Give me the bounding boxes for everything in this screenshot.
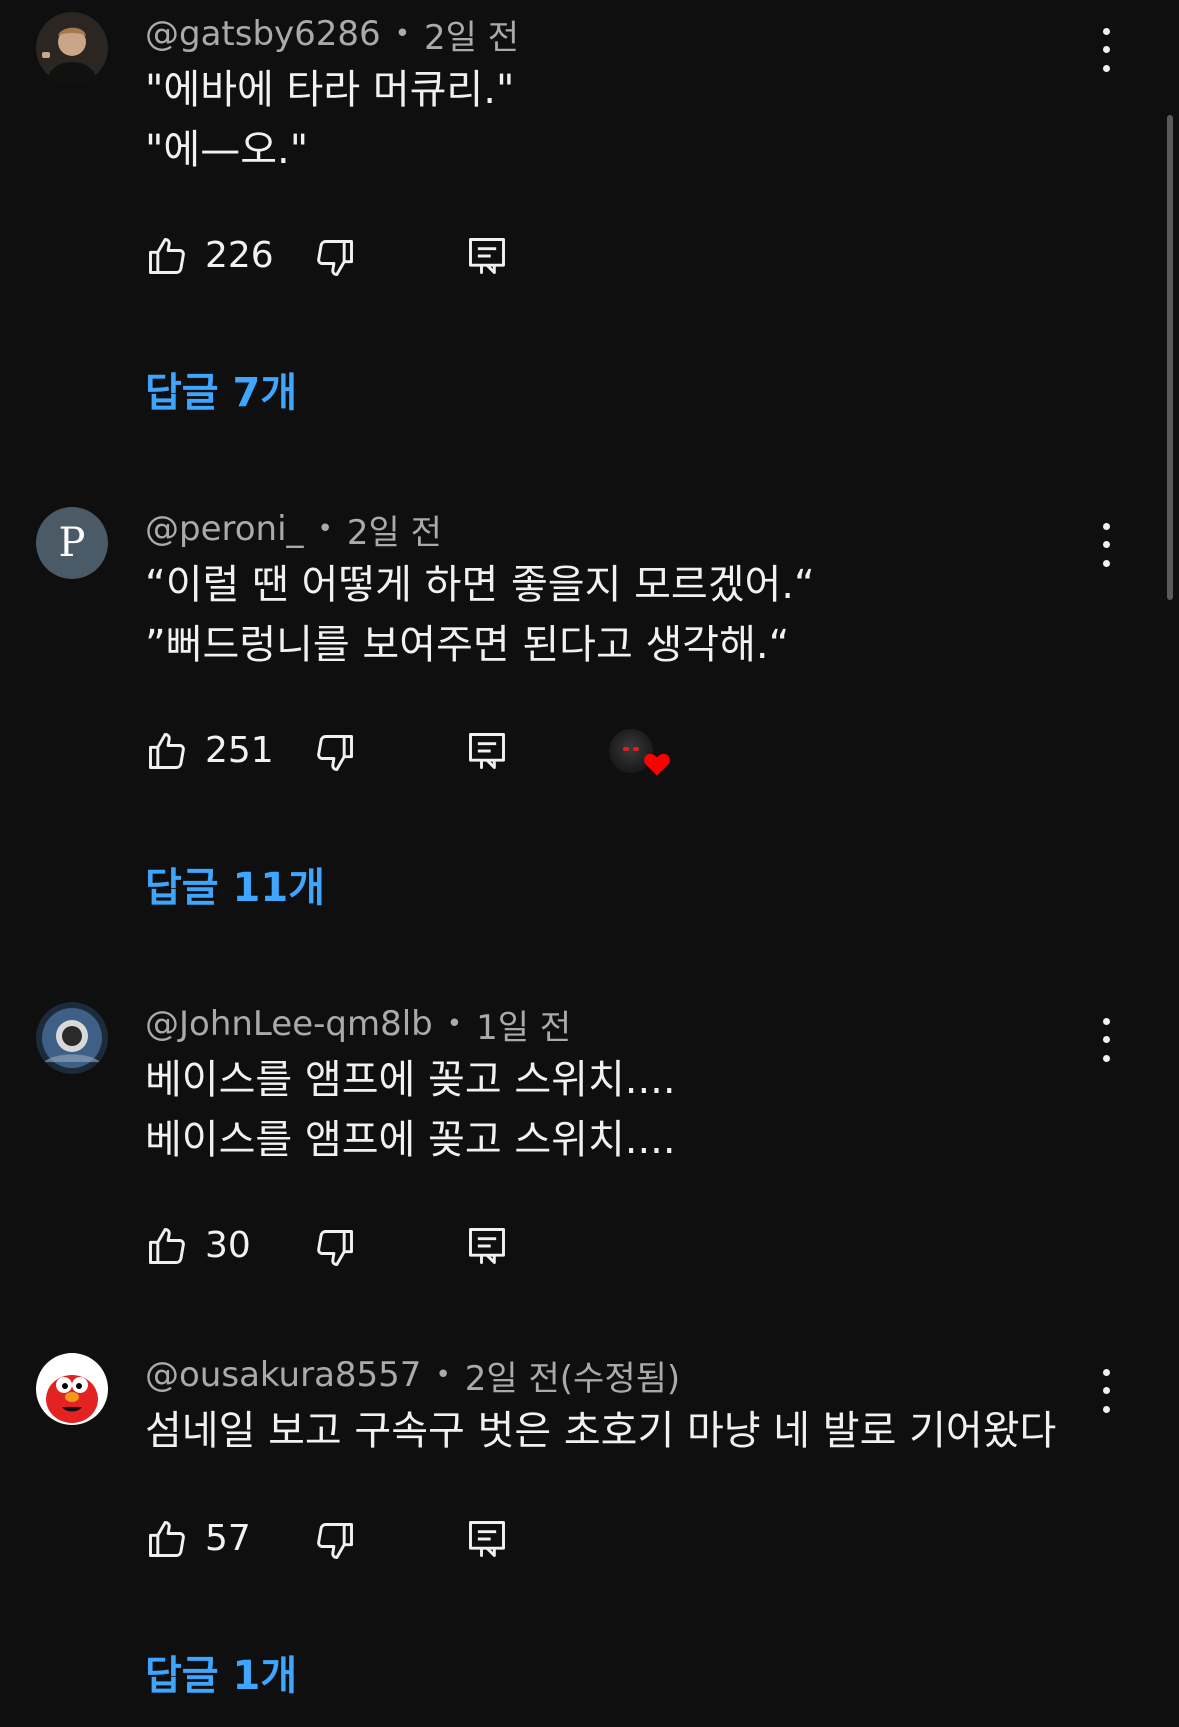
avatar[interactable]: P [36,507,108,579]
comment-actions: 57 [145,1517,745,1567]
more-options-button[interactable] [1090,22,1122,78]
timestamp[interactable]: 2일 전 [424,10,519,59]
thumb-down-icon[interactable] [313,1226,357,1270]
like-count: 226 [205,235,274,276]
separator-dot: • [446,1009,463,1039]
comment-line: "에—오." [145,127,309,173]
comment-meta: @ousakura8557 • 2일 전(수정됨) [145,1355,680,1399]
view-replies-button[interactable]: 답글 7개 [145,360,297,418]
comment-text: "에바에 타라 머큐리." "에—오." [145,60,514,180]
like-count: 57 [205,1518,251,1559]
comment-meta: @gatsby6286 • 2일 전 [145,14,519,58]
comment-actions: 226 [145,234,745,284]
comment-reply-icon[interactable] [465,1517,509,1561]
thumb-down-icon[interactable] [313,1519,357,1563]
comment-meta: @JohnLee-qm8lb • 1일 전 [145,1004,571,1048]
comment-line: 베이스를 앰프에 꽂고 스위치.... [145,1117,676,1163]
comment-actions: 251 [145,729,745,779]
separator-dot: • [394,19,411,49]
thumb-up-icon[interactable] [145,729,189,773]
comment-actions: 30 [145,1224,745,1274]
more-options-button[interactable] [1090,517,1122,573]
more-vertical-icon [1102,27,1110,35]
comment-reply-icon[interactable] [465,729,509,773]
timestamp[interactable]: 1일 전 [476,1000,571,1049]
thumb-down-icon[interactable] [313,731,357,775]
like-count: 251 [205,730,274,771]
thumb-up-icon[interactable] [145,234,189,278]
more-options-button[interactable] [1090,1363,1122,1419]
avatar[interactable] [36,1002,108,1074]
timestamp[interactable]: 2일 전(수정됨) [465,1351,680,1400]
avatar[interactable] [36,12,108,84]
comment-meta: @peroni_ • 2일 전 [145,509,442,553]
like-count: 30 [205,1225,251,1266]
username[interactable]: @gatsby6286 [145,14,381,54]
comment-text: 섬네일 보고 구속구 벗은 초호기 마냥 네 발로 기어왔다 [145,1401,1056,1461]
separator-dot: • [435,1360,451,1390]
timestamp[interactable]: 2일 전 [347,505,442,554]
comment-line: "에바에 타라 머큐리." [145,67,515,113]
comment-text: 베이스를 앰프에 꽂고 스위치.... 베이스를 앰프에 꽂고 스위치.... [145,1050,676,1170]
view-replies-button[interactable]: 답글 11개 [145,855,325,913]
more-vertical-icon [1102,1017,1110,1025]
scrollbar[interactable] [1167,115,1173,600]
creator-heart-icon [644,753,670,776]
thumb-down-icon[interactable] [313,236,357,280]
username[interactable]: @JohnLee-qm8lb [145,1004,433,1044]
username[interactable]: @ousakura8557 [145,1355,421,1395]
comment-line: 섬네일 보고 구속구 벗은 초호기 마냥 네 발로 기어왔다 [145,1408,1057,1454]
thumb-up-icon[interactable] [145,1224,189,1268]
comment-line: ”뻐드렁니를 보여주면 된다고 생각해.“ [145,622,790,668]
comment-reply-icon[interactable] [465,1224,509,1268]
avatar[interactable] [36,1353,108,1425]
creator-heart-badge [609,729,673,781]
more-vertical-icon [1102,1368,1110,1376]
comment-text: “이럴 땐 어떻게 하면 좋을지 모르겠어.“ ”뻐드렁니를 보여주면 된다고 … [145,555,815,675]
separator-dot: • [317,514,333,544]
comment-line: 베이스를 앰프에 꽂고 스위치.... [145,1057,676,1103]
comment-line: “이럴 땐 어떻게 하면 좋을지 모르겠어.“ [145,562,815,608]
thumb-up-icon[interactable] [145,1517,189,1561]
view-replies-button[interactable]: 답글 1개 [145,1643,297,1701]
comment-reply-icon[interactable] [465,234,509,278]
username[interactable]: @peroni_ [145,509,304,549]
more-options-button[interactable] [1090,1012,1122,1068]
more-vertical-icon [1102,522,1110,530]
